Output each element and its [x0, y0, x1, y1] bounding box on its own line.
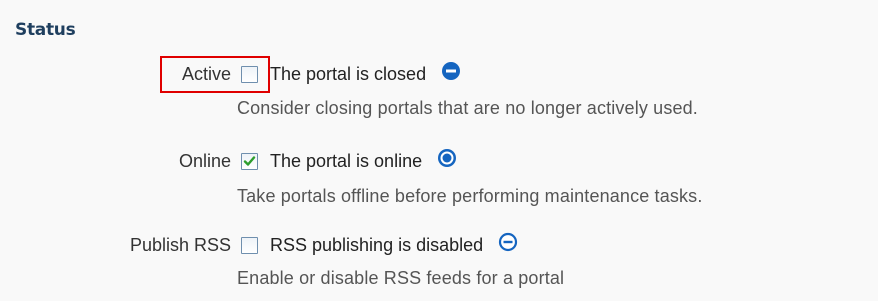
field-label-online: Online — [178, 151, 231, 171]
field-value-publish-rss-wrap: RSS publishing is disabled — [270, 232, 518, 257]
section-title: Status — [15, 20, 76, 40]
field-hint-online: Take portals offline before performing m… — [237, 186, 703, 206]
dot-circle-icon[interactable] — [437, 148, 457, 173]
field-value-online-wrap: The portal is online — [270, 148, 457, 173]
field-value-active: The portal is closed — [270, 64, 427, 84]
publish-rss-checkbox[interactable] — [241, 237, 258, 254]
field-hint-publish-rss: Enable or disable RSS feeds for a portal — [237, 268, 565, 288]
field-hint-active: Consider closing portals that are no lon… — [237, 98, 698, 118]
online-checkbox[interactable] — [241, 153, 258, 170]
field-label-publish-rss: Publish RSS — [129, 235, 231, 255]
field-value-publish-rss: RSS publishing is disabled — [270, 235, 484, 255]
highlight-box — [160, 56, 270, 93]
checkmark-icon — [243, 156, 256, 166]
minus-circle-outline-icon[interactable] — [498, 232, 518, 257]
field-value-online: The portal is online — [270, 151, 423, 171]
field-value-active-wrap: The portal is closed — [270, 61, 461, 86]
minus-circle-filled-icon[interactable] — [441, 61, 461, 86]
